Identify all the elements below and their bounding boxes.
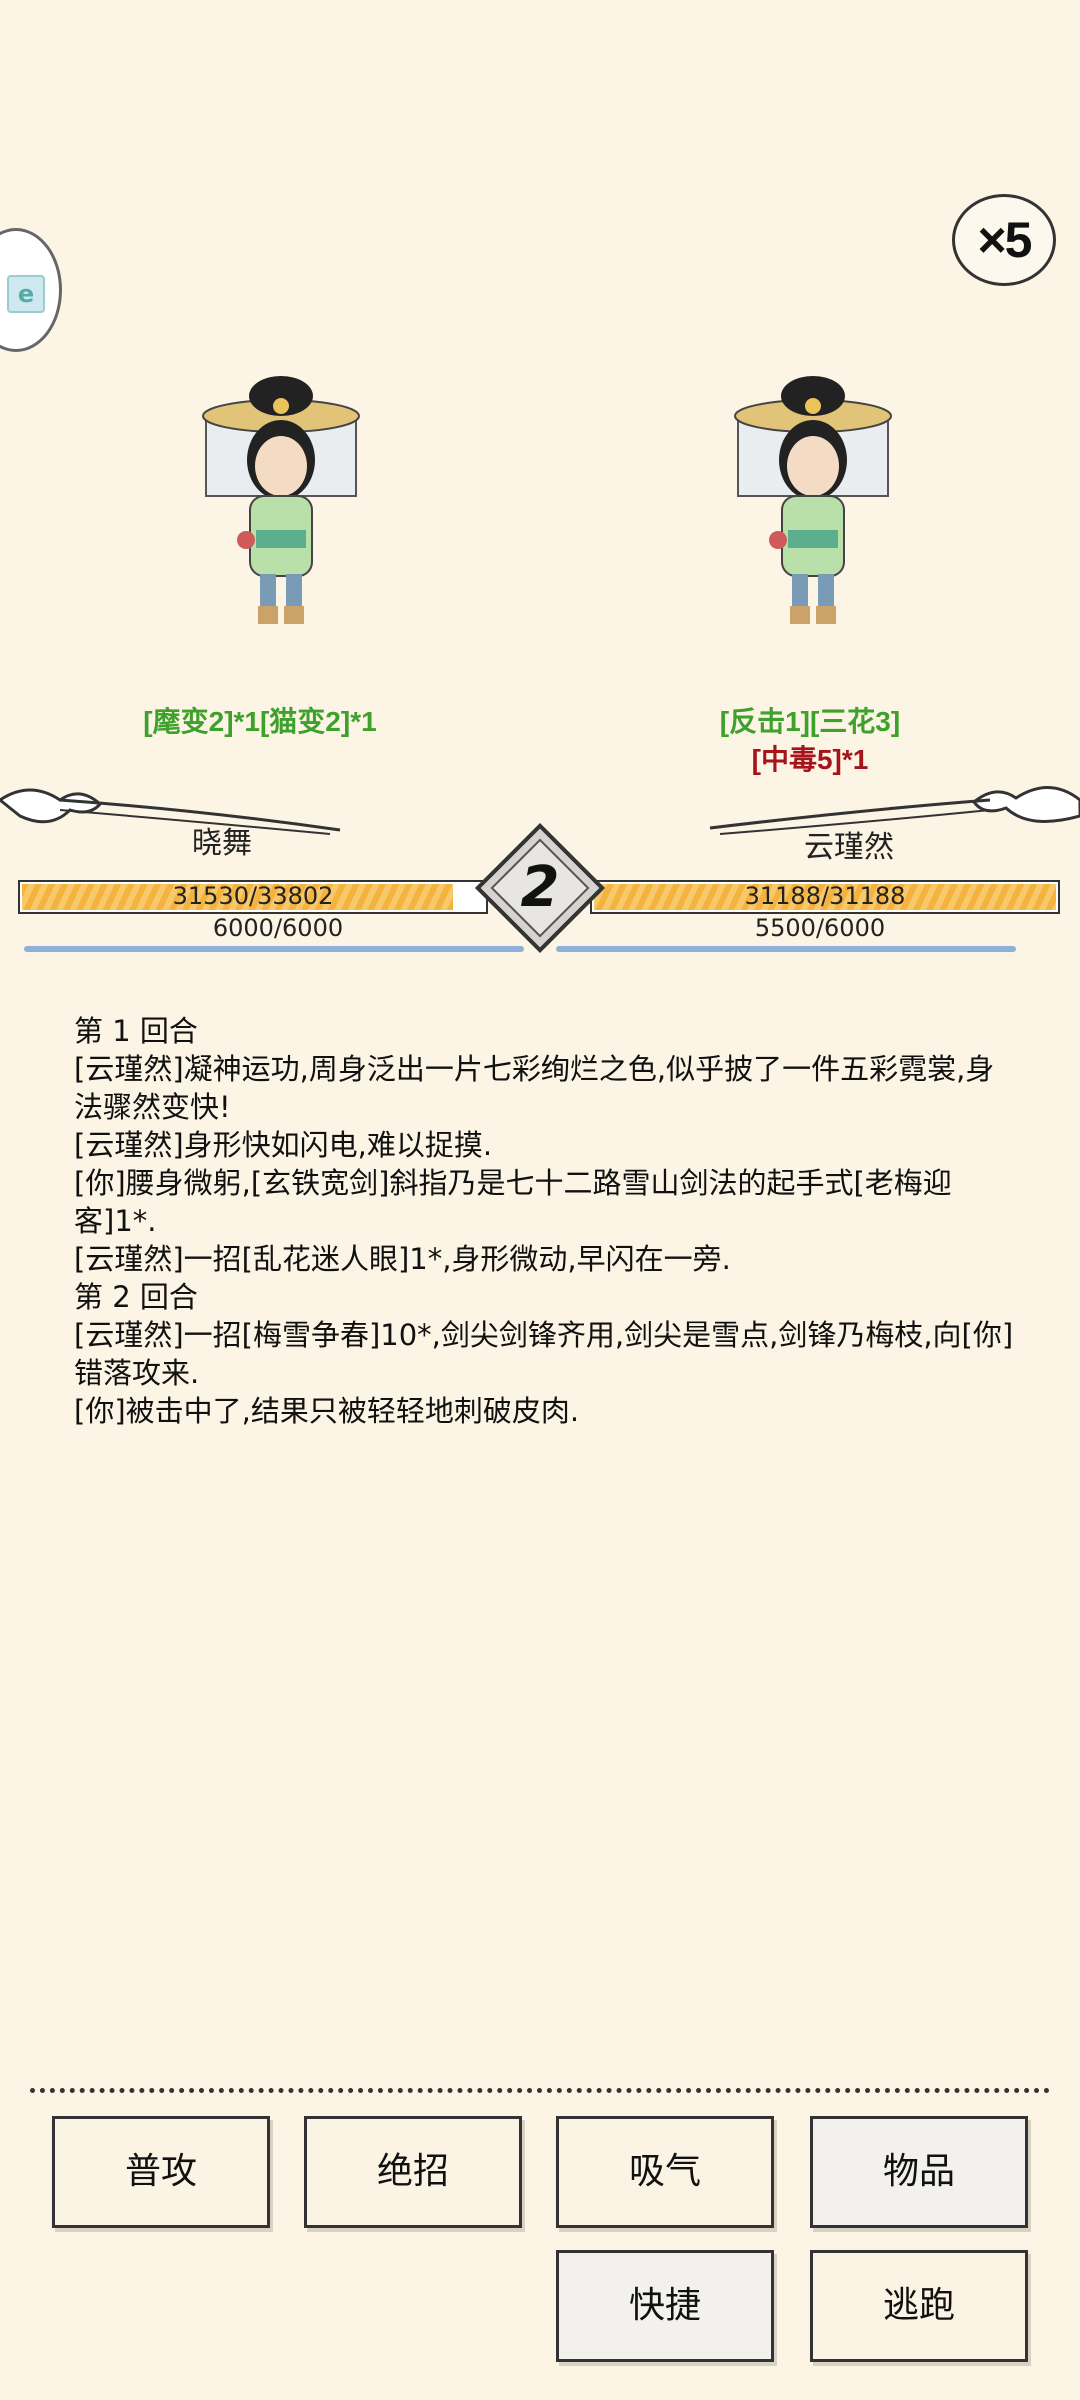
left-mp-text: 6000/6000 — [212, 914, 344, 942]
round-number: 2 — [520, 855, 560, 920]
side-menu-button[interactable]: e — [0, 228, 62, 352]
log-line: [你]被击中了,结果只被轻轻地刺破皮肉. — [74, 1394, 580, 1428]
left-mp-line — [24, 946, 524, 952]
left-hp-text: 31530/33802 — [172, 882, 334, 910]
separator — [30, 2088, 1050, 2093]
round-counter-badge: 2 — [474, 822, 606, 954]
log-line: 第 1 回合 — [74, 1014, 198, 1048]
right-fighter-sprite — [718, 370, 908, 630]
shortcut-button[interactable]: 快捷 — [556, 2250, 774, 2362]
right-hp-text: 31188/31188 — [744, 882, 906, 910]
absorb-qi-button[interactable]: 吸气 — [556, 2116, 774, 2228]
side-menu-icon: e — [7, 275, 45, 313]
log-line: [云瑾然]凝神运功,周身泛出一片七彩绚烂之色,似乎披了一件五彩霓裳,身法骤然变快… — [74, 1052, 995, 1124]
attack-button[interactable]: 普攻 — [52, 2116, 270, 2228]
log-line: [云瑾然]一招[乱花迷人眼]1*,身形微动,早闪在一旁. — [74, 1242, 731, 1276]
left-scroll-decoration — [0, 788, 341, 835]
log-line: 第 2 回合 — [74, 1280, 198, 1314]
right-mp-line — [556, 946, 1016, 952]
log-line: [云瑾然]一招[梅雪争春]10*,剑尖剑锋齐用,剑尖是雪点,剑锋乃梅枝,向[你]… — [74, 1318, 1014, 1390]
log-line: [你]腰身微躬,[玄铁宽剑]斜指乃是七十二路雪山剑法的起手式[老梅迎客]1*. — [74, 1166, 952, 1238]
flee-button[interactable]: 逃跑 — [810, 2250, 1028, 2362]
log-line: [云瑾然]身形快如闪电,难以捉摸. — [74, 1128, 493, 1162]
left-fighter-name: 晓舞 — [192, 826, 252, 861]
right-fighter-name: 云瑾然 — [804, 830, 894, 865]
left-fighter-sprite — [186, 370, 376, 630]
battle-log: 第 1 回合 [云瑾然]凝神运功,周身泛出一片七彩绚烂之色,似乎披了一件五彩霓裳,… — [74, 1012, 1014, 1430]
left-status-effects: [麾变2]*1[猫变2]*1 — [143, 706, 377, 737]
ultimate-button[interactable]: 绝招 — [304, 2116, 522, 2228]
right-status-effects: [反击1][三花3] — [719, 706, 901, 737]
right-mp-text: 5500/6000 — [754, 914, 886, 942]
speed-multiplier-button[interactable]: ×5 — [952, 194, 1056, 286]
items-button[interactable]: 物品 — [810, 2116, 1028, 2228]
